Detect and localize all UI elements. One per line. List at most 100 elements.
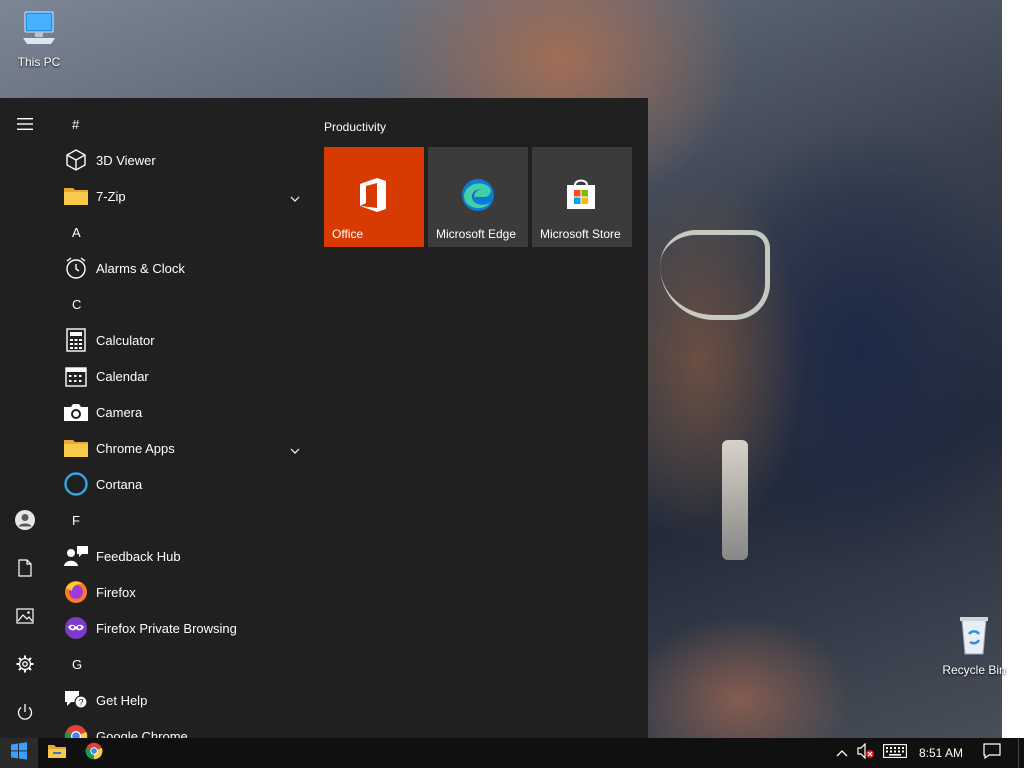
app-list: # 3D Viewer 7-Zip A Alarms & Clock C Cal… — [50, 106, 312, 738]
app-label: 7-Zip — [96, 188, 126, 204]
tile-microsoft-edge[interactable]: Microsoft Edge — [428, 147, 528, 247]
app-item-feedback-hub[interactable]: Feedback Hub — [50, 538, 312, 574]
touch-keyboard-button[interactable] — [878, 738, 912, 768]
chevron-down-icon[interactable] — [290, 190, 300, 205]
letter-label: G — [72, 656, 83, 672]
documents-button[interactable] — [0, 546, 50, 594]
camera-icon — [62, 398, 90, 426]
pictures-icon — [16, 607, 34, 629]
windows-logo-icon — [10, 741, 28, 765]
show-desktop-button[interactable] — [1018, 738, 1024, 768]
pictures-button[interactable] — [0, 594, 50, 642]
app-label: 3D Viewer — [96, 152, 156, 168]
office-icon — [356, 177, 390, 216]
wallpaper-detail — [722, 440, 748, 560]
app-item-alarms-clock[interactable]: Alarms & Clock — [50, 250, 312, 286]
computer-icon — [1, 8, 77, 51]
app-item-google-chrome[interactable]: Google Chrome — [50, 718, 312, 738]
keyboard-icon — [883, 743, 907, 763]
expand-menu-button[interactable] — [0, 102, 50, 150]
app-label: Firefox Private Browsing — [96, 620, 237, 636]
store-icon — [564, 177, 598, 214]
file-explorer-button[interactable] — [40, 738, 74, 768]
tile-microsoft-store[interactable]: Microsoft Store — [532, 147, 632, 247]
chevron-up-icon — [836, 744, 848, 762]
letter-label: # — [72, 116, 80, 132]
user-icon — [14, 509, 36, 536]
app-label: Feedback Hub — [96, 548, 181, 564]
letter-header[interactable]: C — [50, 286, 312, 322]
desktop-icon-this-pc[interactable]: This PC — [1, 8, 77, 69]
taskbar: 8:51 AM — [0, 738, 1024, 768]
action-center-button[interactable] — [978, 738, 1006, 768]
taskbar-clock[interactable]: 8:51 AM — [912, 738, 970, 768]
tile-label: Microsoft Edge — [436, 227, 517, 241]
recycle-bin-icon — [936, 612, 1012, 659]
account-button[interactable] — [0, 498, 50, 546]
alarm-clock-icon — [62, 254, 90, 282]
letter-label: A — [72, 224, 81, 240]
app-label: Alarms & Clock — [96, 260, 185, 276]
tile-group-title[interactable]: Productivity — [324, 120, 386, 134]
letter-header[interactable]: # — [50, 106, 312, 142]
app-item-cortana[interactable]: Cortana — [50, 466, 312, 502]
calendar-icon — [62, 362, 90, 390]
feedback-icon — [62, 542, 90, 570]
help-icon: ? — [62, 686, 90, 714]
start-menu: # 3D Viewer 7-Zip A Alarms & Clock C Cal… — [0, 98, 648, 738]
volume-muted-icon — [857, 742, 875, 764]
firefox-private-icon — [62, 614, 90, 642]
cortana-icon — [62, 470, 90, 498]
chrome-icon — [85, 742, 103, 765]
chrome-taskbar-button[interactable] — [76, 738, 112, 768]
app-item-chrome-apps[interactable]: Chrome Apps — [50, 430, 312, 466]
desktop-icon-label: This PC — [17, 55, 61, 69]
app-label: Cortana — [96, 476, 143, 492]
app-item-get-help[interactable]: ? Get Help — [50, 682, 312, 718]
desktop-icon-label: Recycle Bin — [942, 663, 1006, 677]
cube-icon — [62, 146, 90, 174]
volume-button[interactable] — [854, 738, 878, 768]
chevron-down-icon[interactable] — [290, 442, 300, 457]
start-button[interactable] — [0, 738, 38, 768]
folder-icon — [62, 182, 90, 210]
folder-icon — [62, 434, 90, 462]
letter-header[interactable]: A — [50, 214, 312, 250]
desktop-icon-recycle-bin[interactable]: Recycle Bin — [936, 612, 1012, 677]
app-label: Calculator — [96, 332, 155, 348]
app-item-calendar[interactable]: Calendar — [50, 358, 312, 394]
hamburger-icon — [16, 117, 34, 136]
calculator-icon — [62, 326, 90, 354]
power-icon — [16, 703, 34, 726]
gear-icon — [16, 655, 34, 678]
app-item-7-zip[interactable]: 7-Zip — [50, 178, 312, 214]
tile-label: Microsoft Store — [540, 227, 621, 241]
app-label: Camera — [96, 404, 143, 420]
document-icon — [17, 558, 33, 582]
app-label: Google Chrome — [96, 728, 188, 739]
show-hidden-icons-button[interactable] — [830, 738, 854, 768]
letter-label: C — [72, 296, 82, 312]
app-item-camera[interactable]: Camera — [50, 394, 312, 430]
tile-office[interactable]: Office — [324, 147, 424, 247]
power-button[interactable] — [0, 690, 50, 738]
letter-label: F — [72, 512, 80, 528]
app-item-3d-viewer[interactable]: 3D Viewer — [50, 142, 312, 178]
notification-icon — [983, 742, 1001, 764]
chrome-icon — [62, 722, 90, 738]
app-item-firefox[interactable]: Firefox — [50, 574, 312, 610]
wallpaper-detail — [660, 230, 770, 320]
app-label: Get Help — [96, 692, 148, 708]
settings-button[interactable] — [0, 642, 50, 690]
edge-icon — [460, 177, 496, 216]
folder-icon — [47, 743, 67, 764]
app-item-calculator[interactable]: Calculator — [50, 322, 312, 358]
start-rail — [0, 98, 50, 738]
firefox-icon — [62, 578, 90, 606]
app-label: Firefox — [96, 584, 136, 600]
letter-header[interactable]: F — [50, 502, 312, 538]
app-item-firefox-private[interactable]: Firefox Private Browsing — [50, 610, 312, 646]
letter-header[interactable]: G — [50, 646, 312, 682]
svg-text:?: ? — [78, 698, 83, 708]
app-label: Chrome Apps — [96, 440, 175, 456]
